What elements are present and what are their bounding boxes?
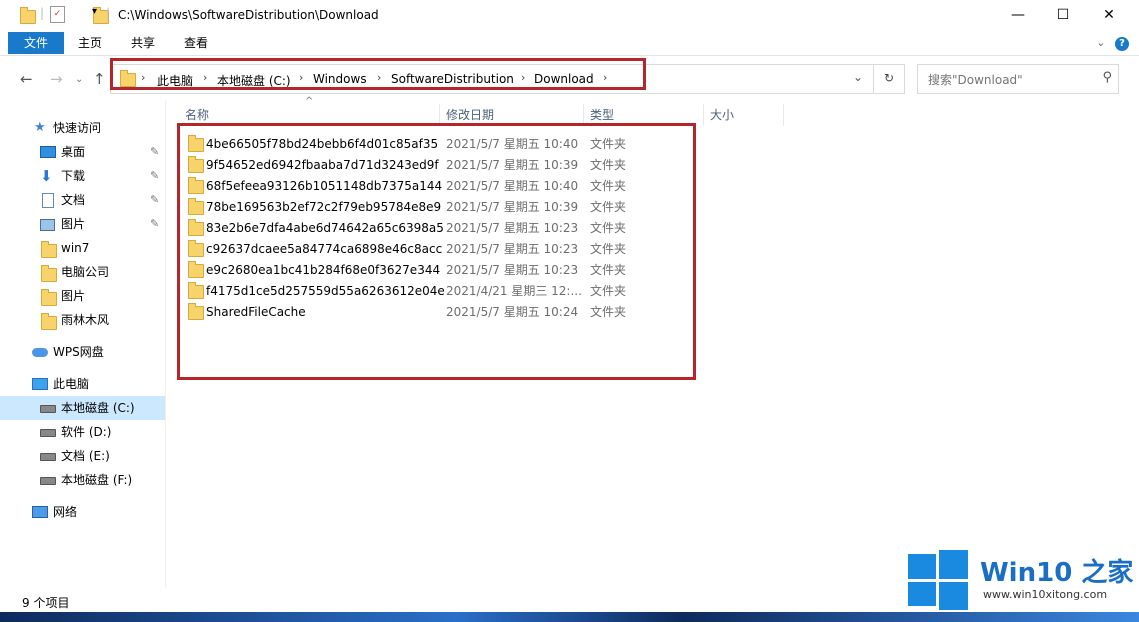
tab-share[interactable]: 共享 [131, 32, 155, 54]
sidebar-item-label: 文档 (E:) [61, 449, 110, 463]
pin-icon[interactable]: ✎ [150, 212, 159, 236]
tab-home[interactable]: 主页 [78, 32, 102, 54]
properties-icon[interactable]: ✓ [50, 6, 65, 23]
file-list-highlight-box [177, 123, 696, 380]
search-icon: ⚲ [1102, 70, 1112, 85]
folder-icon [41, 289, 57, 306]
navigation-pane: ★ 快速访问 桌面 ✎ ⬇ 下载 ✎ 文档 ✎ 图片 ✎ win7 电脑公司 图… [0, 100, 166, 588]
sidebar-item-label: 电脑公司 [61, 265, 110, 279]
drive-icon [40, 453, 56, 461]
drive-icon [40, 477, 56, 485]
folder-icon [20, 7, 36, 24]
sidebar-item-label: win7 [61, 241, 90, 255]
customize-toolbar-icon[interactable]: ▾ [92, 6, 97, 17]
maximize-button[interactable]: ☐ [1040, 0, 1086, 32]
sidebar-item-drive-e[interactable]: 文档 (E:) [0, 444, 165, 468]
chevron-down-icon[interactable]: ⌄ [1096, 36, 1105, 49]
desktop-icon [40, 146, 56, 158]
drive-icon [40, 429, 56, 437]
star-icon: ★ [34, 120, 46, 135]
sidebar-item-network[interactable]: 网络 [0, 500, 165, 524]
tab-view[interactable]: 查看 [184, 32, 208, 54]
sidebar-item-downloads[interactable]: ⬇ 下载 ✎ [0, 164, 165, 188]
windows-logo-icon [908, 550, 968, 610]
watermark: Win10 之家 www.win10xitong.com [905, 548, 1135, 612]
search-input[interactable] [926, 67, 1100, 93]
sidebar-item-pictures[interactable]: 图片 ✎ [0, 212, 165, 236]
column-header-size[interactable]: 大小 [704, 104, 784, 126]
desktop-background-strip [0, 612, 1139, 622]
pin-icon[interactable]: ✎ [150, 140, 159, 164]
sidebar-item-label: WPS网盘 [53, 345, 104, 359]
folder-icon [41, 313, 57, 330]
sidebar-item-win7[interactable]: win7 [0, 236, 165, 260]
download-icon: ⬇ [40, 167, 53, 185]
title-bar: | ✓ ▾ | C:\Windows\SoftwareDistribution\… [0, 0, 1139, 32]
tab-file[interactable]: 文件 [8, 32, 64, 54]
sidebar-item-quick-access[interactable]: ★ 快速访问 [0, 116, 165, 140]
sidebar-item-diannao-gongsi[interactable]: 电脑公司 [0, 260, 165, 284]
sidebar-item-documents[interactable]: 文档 ✎ [0, 188, 165, 212]
sidebar-item-drive-f[interactable]: 本地磁盘 (F:) [0, 468, 165, 492]
sidebar-item-this-pc[interactable]: 此电脑 [0, 372, 165, 396]
ribbon-controls: ⌄ ? [1096, 36, 1129, 51]
sidebar-item-desktop[interactable]: 桌面 ✎ [0, 140, 165, 164]
divider: | [40, 6, 45, 20]
picture-icon [40, 219, 55, 231]
pin-icon[interactable]: ✎ [150, 188, 159, 212]
sidebar-item-yulin-mufeng[interactable]: 雨林木风 [0, 308, 165, 332]
forward-button[interactable]: → [50, 70, 63, 88]
sidebar-item-label: 图片 [61, 289, 86, 303]
sidebar-item-label: 桌面 [61, 145, 86, 159]
document-icon [42, 193, 54, 208]
back-button[interactable]: ← [20, 70, 33, 88]
explorer-window: | ✓ ▾ | C:\Windows\SoftwareDistribution\… [0, 0, 1139, 612]
up-button[interactable]: ↑ [93, 70, 106, 88]
recent-locations-icon[interactable]: ⌄ [75, 74, 83, 85]
divider: | [106, 6, 111, 20]
sidebar-item-label: 快速访问 [53, 121, 102, 135]
sidebar-item-pictures-folder[interactable]: 图片 [0, 284, 165, 308]
sidebar-item-wps[interactable]: WPS网盘 [0, 340, 165, 364]
sidebar-item-label: 软件 (D:) [61, 425, 112, 439]
window-title: C:\Windows\SoftwareDistribution\Download [118, 8, 379, 22]
sidebar-item-label: 本地磁盘 (C:) [61, 401, 135, 415]
address-dropdown-icon[interactable]: ⌄ [853, 70, 863, 84]
folder-icon [41, 241, 57, 258]
help-icon[interactable]: ? [1115, 37, 1129, 51]
sidebar-item-label: 此电脑 [53, 377, 90, 391]
status-item-count: 9 个项目 [22, 596, 70, 610]
computer-icon [32, 378, 48, 390]
cloud-icon [32, 348, 48, 357]
watermark-title: Win10 之家 [980, 558, 1134, 588]
sidebar-item-label: 雨林木风 [61, 313, 110, 327]
folder-icon [41, 265, 57, 282]
pin-icon[interactable]: ✎ [150, 164, 159, 188]
ribbon: 文件 主页 共享 查看 ⌄ ? [0, 32, 1139, 56]
sidebar-item-label: 网络 [53, 505, 78, 519]
sidebar-item-drive-d[interactable]: 软件 (D:) [0, 420, 165, 444]
sidebar-item-label: 本地磁盘 (F:) [61, 473, 133, 487]
close-button[interactable]: ✕ [1086, 0, 1132, 32]
sidebar-item-label: 下载 [61, 169, 86, 183]
watermark-url: www.win10xitong.com [983, 588, 1108, 601]
search-box[interactable]: ⚲ [917, 64, 1119, 94]
address-highlight-box [110, 58, 646, 90]
drive-icon [40, 405, 56, 413]
sidebar-item-label: 图片 [61, 217, 86, 231]
network-icon [32, 506, 48, 518]
sidebar-item-drive-c[interactable]: 本地磁盘 (C:) [0, 396, 165, 420]
minimize-button[interactable]: — [995, 0, 1041, 32]
refresh-button[interactable]: ↻ [873, 64, 905, 94]
sidebar-item-label: 文档 [61, 193, 86, 207]
